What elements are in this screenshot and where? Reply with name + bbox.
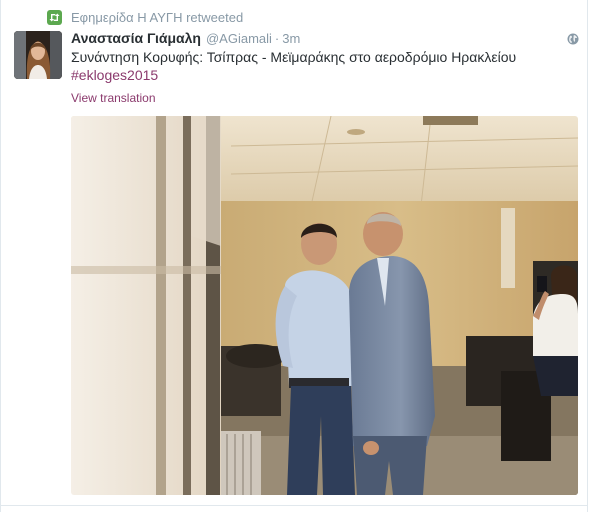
avatar[interactable] xyxy=(14,31,62,79)
tweet-divider xyxy=(1,505,587,506)
tweet-body: Συνάντηση Κορυφής: Τσίπρας - Μεϊμαράκης … xyxy=(71,49,517,65)
retweeter-link[interactable]: Εφημερίδα Η ΑΥΓΗ retweeted xyxy=(71,10,243,25)
author-fullname[interactable]: Αναστασία Γιάμαλη xyxy=(71,30,201,46)
hashtag-link[interactable]: #ekloges2015 xyxy=(71,67,158,83)
header-separator: · xyxy=(274,31,280,46)
tweet-header: Αναστασία Γιάμαλη @AGiamali · 3m xyxy=(71,30,300,48)
globe-icon[interactable] xyxy=(567,32,579,45)
view-translation-link[interactable]: View translation xyxy=(71,91,156,105)
tweet[interactable]: Εφημερίδα Η ΑΥΓΗ retweeted Αναστασία Γιά… xyxy=(0,0,588,512)
retweet-icon xyxy=(47,9,62,25)
tweet-text: Συνάντηση Κορυφής: Τσίπρας - Μεϊμαράκης … xyxy=(71,48,571,84)
author-username[interactable]: @AGiamali xyxy=(206,31,272,46)
retweet-context: Εφημερίδα Η ΑΥΓΗ retweeted xyxy=(47,9,243,25)
tweet-timestamp[interactable]: 3m xyxy=(282,31,300,46)
tweet-photo[interactable] xyxy=(71,116,578,495)
